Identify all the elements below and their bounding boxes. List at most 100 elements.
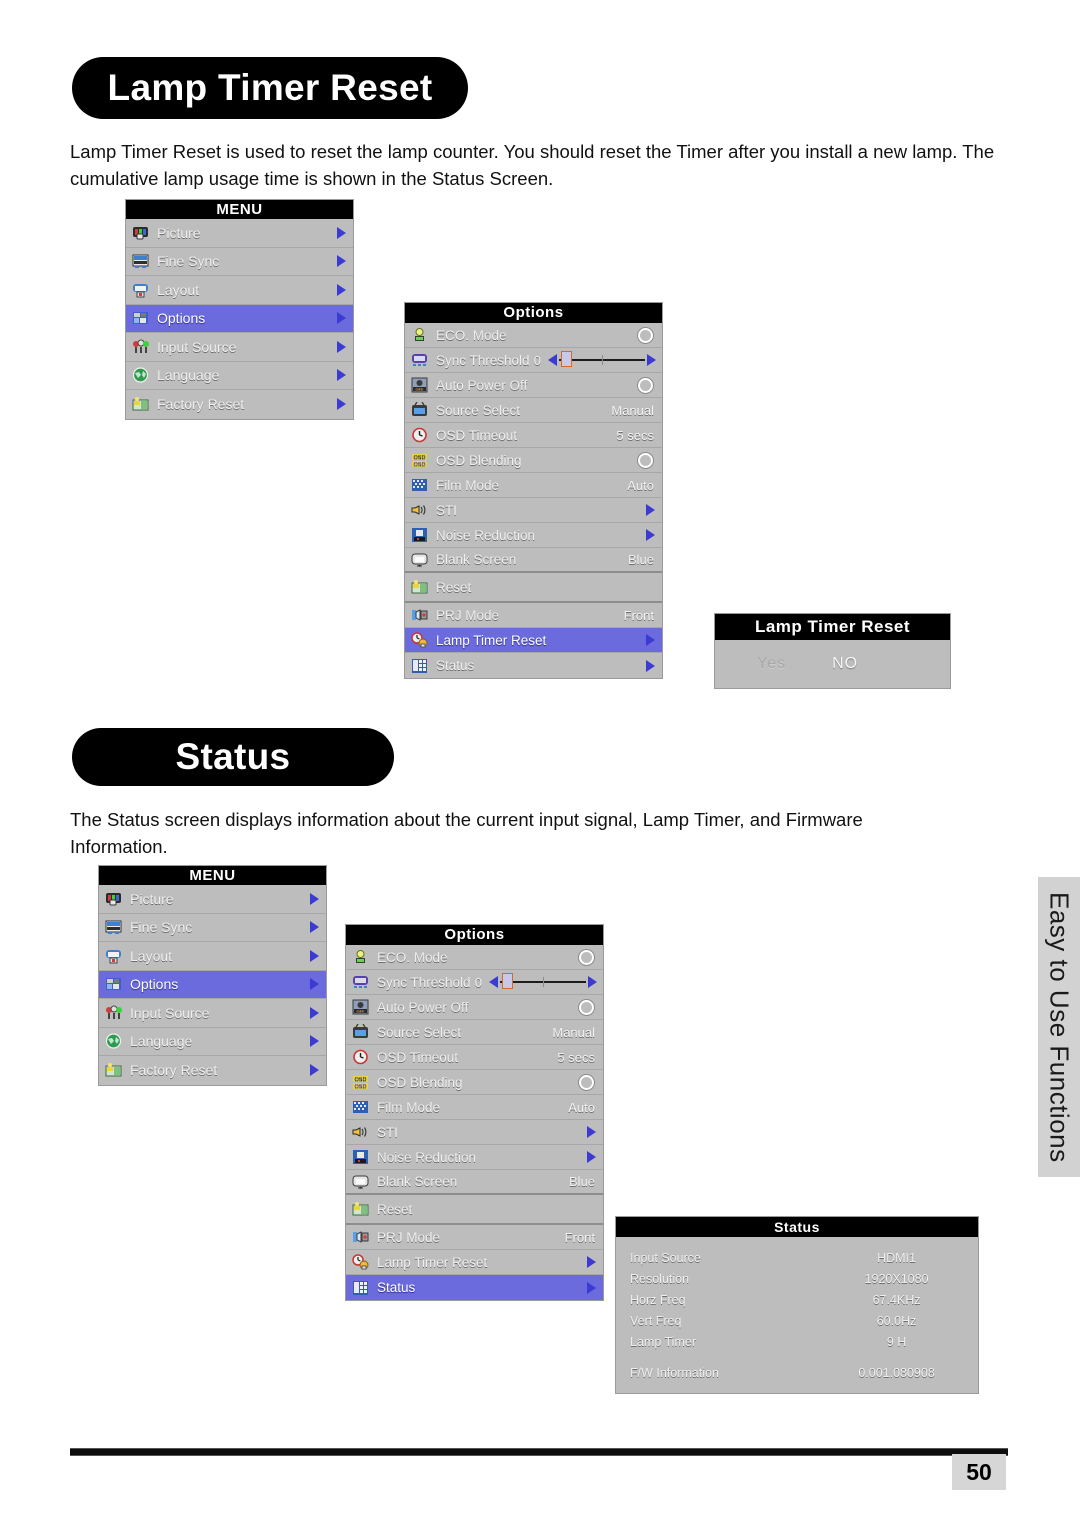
sidebar-item-language[interactable]: Language <box>99 1028 326 1056</box>
status-row-input-source: Input Source HDMI1 <box>616 1247 978 1268</box>
no-button[interactable]: NO <box>832 655 858 673</box>
sidebar-item-language[interactable]: Language <box>126 362 353 390</box>
option-row-auto-power-off[interactable]: OFF Auto Power Off <box>346 995 603 1020</box>
chevron-right-icon[interactable] <box>587 1126 596 1138</box>
sidebar-item-label: Options <box>130 976 179 993</box>
film-mode-icon <box>411 477 428 493</box>
slider-track[interactable] <box>500 973 586 989</box>
chevron-right-icon[interactable] <box>646 634 655 646</box>
option-row-eco-mode[interactable]: ECO. Mode <box>405 323 662 348</box>
sidebar-item-input-source[interactable]: Input Source <box>126 333 353 362</box>
sidebar-item-picture[interactable]: Picture <box>126 219 353 248</box>
toggle-circle-icon[interactable] <box>638 327 653 343</box>
option-row-status[interactable]: Status <box>346 1275 603 1300</box>
option-row-osd-blending[interactable]: OSD OSD OSD Blending <box>346 1070 603 1095</box>
slider-knob[interactable] <box>561 351 572 367</box>
sidebar-item-layout[interactable]: Layout <box>126 276 353 305</box>
option-row-sti[interactable]: STI <box>405 498 662 523</box>
sync-threshold-slider[interactable]: 0 <box>534 351 662 368</box>
page-title-status: Status <box>72 728 394 786</box>
option-row-sync-threshold[interactable]: Sync Threshold 0 <box>405 348 662 373</box>
yes-button[interactable]: Yes <box>757 655 786 673</box>
sidebar-item-picture[interactable]: Picture <box>99 885 326 914</box>
option-label: Blank Screen <box>436 552 517 567</box>
option-row-reset[interactable]: Reset <box>405 573 662 603</box>
status-row-fw-information: F/W Information 0.001.080908 <box>616 1362 978 1383</box>
toggle-circle-icon[interactable] <box>579 949 594 965</box>
noise-reduction-icon <box>411 527 428 543</box>
option-row-osd-timeout[interactable]: OSD Timeout 5 secs <box>346 1045 603 1070</box>
option-row-reset[interactable]: Reset <box>346 1195 603 1225</box>
chevron-right-icon[interactable] <box>588 976 597 988</box>
source-select-icon <box>352 1024 369 1040</box>
sidebar-item-fine-sync[interactable]: Fine Sync <box>126 248 353 276</box>
chevron-left-icon[interactable] <box>489 976 498 988</box>
option-label: PRJ Mode <box>436 607 500 623</box>
sidebar-item-options[interactable]: Options <box>99 970 326 999</box>
toggle-circle-icon[interactable] <box>579 999 594 1015</box>
slider-tick <box>602 355 603 365</box>
option-row-osd-blending[interactable]: OSD OSD OSD Blending <box>405 448 662 473</box>
sidebar-item-options[interactable]: Options <box>126 304 353 333</box>
option-label: OSD Timeout <box>377 1049 459 1065</box>
option-row-film-mode[interactable]: Film Mode Auto <box>346 1095 603 1120</box>
option-value: Auto <box>568 1099 595 1115</box>
sync-threshold-icon <box>411 352 428 368</box>
slider-knob[interactable] <box>502 973 513 989</box>
toggle-circle-icon[interactable] <box>638 377 653 393</box>
option-row-prj-mode[interactable]: PRJ Mode Front <box>405 603 662 628</box>
sync-threshold-slider[interactable]: 0 <box>474 973 603 990</box>
option-row-film-mode[interactable]: Film Mode Auto <box>405 473 662 498</box>
slider-track[interactable] <box>559 351 645 367</box>
option-row-prj-mode[interactable]: PRJ Mode Front <box>346 1225 603 1250</box>
sync-threshold-value: 0 <box>474 974 482 990</box>
chevron-right-icon[interactable] <box>647 354 656 366</box>
sidebar-item-label: Language <box>130 1033 193 1050</box>
option-row-blank-screen[interactable]: Blank Screen Blue <box>405 548 662 573</box>
sidebar-item-factory-reset[interactable]: Factory Reset <box>99 1056 326 1085</box>
factory-reset-icon <box>105 1062 122 1078</box>
picture-icon <box>132 225 149 241</box>
chevron-right-icon[interactable] <box>587 1281 596 1294</box>
option-row-sti[interactable]: STI <box>346 1120 603 1145</box>
option-row-noise-reduction[interactable]: Noise Reduction <box>405 523 662 548</box>
chevron-right-icon <box>310 921 319 934</box>
chevron-right-icon[interactable] <box>587 1256 596 1268</box>
toggle-circle-icon[interactable] <box>579 1074 594 1090</box>
option-row-lamp-timer-reset[interactable]: Lamp Timer Reset <box>346 1250 603 1275</box>
chevron-right-icon[interactable] <box>587 1151 596 1163</box>
option-value: Blue <box>627 552 654 567</box>
status-key: Vert Freq <box>630 1313 682 1328</box>
sidebar-item-factory-reset[interactable]: Factory Reset <box>126 390 353 419</box>
option-row-sync-threshold[interactable]: Sync Threshold 0 <box>346 970 603 995</box>
option-row-lamp-timer-reset[interactable]: Lamp Timer Reset <box>405 628 662 653</box>
status-key: Resolution <box>630 1271 690 1286</box>
status-icon <box>411 658 428 674</box>
chevron-left-icon[interactable] <box>548 354 557 366</box>
option-row-osd-timeout[interactable]: OSD Timeout 5 secs <box>405 423 662 448</box>
chevron-right-icon <box>337 312 346 325</box>
option-row-eco-mode[interactable]: ECO. Mode <box>346 945 603 970</box>
chevron-right-icon[interactable] <box>646 529 655 541</box>
status-icon <box>352 1280 369 1296</box>
status-value: 9 H <box>886 1334 907 1349</box>
option-row-status[interactable]: Status <box>405 653 662 678</box>
sidebar-item-label: Picture <box>157 224 201 241</box>
chevron-right-icon <box>337 283 346 296</box>
sidebar-item-layout[interactable]: Layout <box>99 942 326 971</box>
sidebar-item-fine-sync[interactable]: Fine Sync <box>99 914 326 942</box>
toggle-circle-icon[interactable] <box>638 452 653 468</box>
status-value: HDMI1 <box>877 1250 916 1265</box>
option-row-noise-reduction[interactable]: Noise Reduction <box>346 1145 603 1170</box>
option-row-source-select[interactable]: Source Select Manual <box>346 1020 603 1045</box>
film-mode-icon <box>352 1099 369 1115</box>
chevron-right-icon[interactable] <box>646 659 655 672</box>
svg-text:OSD: OSD <box>414 462 426 468</box>
sidebar-item-label: Picture <box>130 890 174 907</box>
option-row-source-select[interactable]: Source Select Manual <box>405 398 662 423</box>
option-label: OSD Timeout <box>436 427 518 443</box>
sidebar-item-input-source[interactable]: Input Source <box>99 999 326 1028</box>
option-row-blank-screen[interactable]: Blank Screen Blue <box>346 1170 603 1195</box>
chevron-right-icon[interactable] <box>646 504 655 516</box>
option-row-auto-power-off[interactable]: OFF Auto Power Off <box>405 373 662 398</box>
